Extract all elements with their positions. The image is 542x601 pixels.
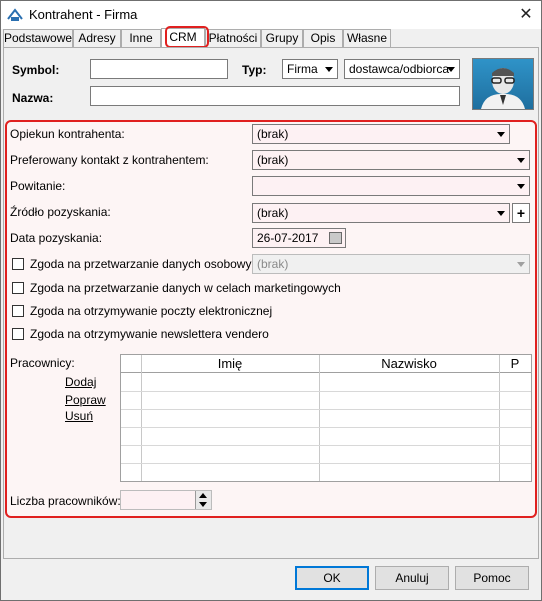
- popraw-link[interactable]: Popraw: [65, 393, 106, 407]
- powitanie-label: Powitanie:: [10, 179, 66, 193]
- avatar[interactable]: [472, 58, 534, 110]
- usun-link[interactable]: Usuń: [65, 409, 93, 423]
- typ-select[interactable]: Firma: [282, 59, 338, 79]
- tab-adresy[interactable]: Adresy: [73, 29, 121, 47]
- arrow-down-icon[interactable]: [199, 502, 207, 507]
- chevron-down-icon: [517, 184, 525, 189]
- anuluj-button[interactable]: Anuluj: [375, 566, 449, 590]
- zrodlo-value: (brak): [257, 206, 289, 220]
- role-select[interactable]: dostawca/odbiorca: [344, 59, 460, 79]
- ok-button[interactable]: OK: [295, 566, 369, 590]
- preferowany-value: (brak): [257, 153, 289, 167]
- tab-grupy[interactable]: Grupy: [261, 29, 303, 47]
- data-pozyskania-value: 26-07-2017: [257, 231, 319, 245]
- tab-platnosci[interactable]: Płatności: [205, 29, 261, 47]
- nazwa-input[interactable]: [90, 86, 460, 106]
- zgoda-poczta-checkbox[interactable]: [12, 305, 24, 317]
- zgoda-newsletter-checkbox[interactable]: [12, 328, 24, 340]
- zgoda-osobowe-value: (brak): [257, 257, 289, 271]
- app-icon: [7, 8, 23, 21]
- zrodlo-select[interactable]: (brak): [252, 203, 510, 223]
- pracownicy-table[interactable]: Imię Nazwisko P: [120, 354, 532, 482]
- pomoc-button[interactable]: Pomoc: [455, 566, 529, 590]
- chevron-down-icon: [517, 262, 525, 267]
- tab-wlasne[interactable]: Własne: [343, 29, 391, 47]
- chevron-down-icon: [447, 67, 455, 72]
- zgoda-poczta-label: Zgoda na otrzymywanie poczty elektronicz…: [30, 304, 273, 318]
- zrodlo-label: Źródło pozyskania:: [10, 205, 111, 219]
- close-button[interactable]: ✕: [511, 1, 541, 29]
- zgoda-newsletter-label: Zgoda na otrzymywanie newslettera vender…: [30, 327, 269, 341]
- chevron-down-icon: [497, 211, 505, 216]
- close-icon: ✕: [519, 6, 533, 23]
- opiekun-select[interactable]: (brak): [252, 124, 510, 144]
- zgoda-osobowe-select: (brak): [252, 254, 530, 274]
- stepper-buttons[interactable]: [195, 491, 211, 509]
- pracownicy-label: Pracownicy:: [10, 356, 75, 370]
- zgoda-marketing-label: Zgoda na przetwarzanie danych w celach m…: [30, 281, 341, 295]
- data-pozyskania-label: Data pozyskania:: [10, 231, 103, 245]
- tab-opis[interactable]: Opis: [303, 29, 343, 47]
- typ-label: Typ:: [242, 63, 267, 77]
- title-bar: Kontrahent - Firma ✕: [1, 1, 541, 29]
- typ-select-value: Firma: [287, 62, 318, 76]
- chevron-down-icon: [325, 67, 333, 72]
- window-title: Kontrahent - Firma: [29, 7, 138, 22]
- opiekun-label: Opiekun kontrahenta:: [10, 127, 125, 141]
- column-p[interactable]: P: [499, 356, 531, 371]
- tab-inne[interactable]: Inne: [121, 29, 161, 47]
- column-nazwisko[interactable]: Nazwisko: [319, 356, 499, 371]
- chevron-down-icon: [517, 158, 525, 163]
- chevron-down-icon: [497, 132, 505, 137]
- symbol-input[interactable]: [90, 59, 228, 79]
- symbol-label: Symbol:: [12, 63, 60, 77]
- liczba-pracownikow-label: Liczba pracowników:: [10, 494, 121, 508]
- role-select-value: dostawca/odbiorca: [349, 62, 450, 76]
- zgoda-osobowe-label: Zgoda na przetwarzanie danych osobowych: [30, 257, 265, 271]
- liczba-pracownikow-stepper[interactable]: [120, 490, 212, 510]
- column-imie[interactable]: Imię: [141, 356, 319, 371]
- zgoda-marketing-checkbox[interactable]: [12, 282, 24, 294]
- tab-podstawowe[interactable]: Podstawowe: [3, 29, 73, 47]
- nazwa-label: Nazwa:: [12, 91, 54, 105]
- preferowany-label: Preferowany kontakt z kontrahentem:: [10, 153, 209, 167]
- tab-crm[interactable]: CRM: [161, 28, 205, 48]
- arrow-up-icon[interactable]: [199, 493, 207, 498]
- calendar-icon[interactable]: [329, 232, 342, 244]
- add-zrodlo-button[interactable]: +: [512, 203, 530, 223]
- zgoda-osobowe-checkbox[interactable]: [12, 258, 24, 270]
- user-icon: [481, 68, 525, 109]
- kontrahent-window: Kontrahent - Firma ✕ Podstawowe Adresy I…: [0, 0, 542, 601]
- data-pozyskania-input[interactable]: 26-07-2017: [252, 228, 346, 248]
- preferowany-select[interactable]: (brak): [252, 150, 530, 170]
- dodaj-link[interactable]: Dodaj: [65, 375, 96, 389]
- tab-panel: Symbol: Typ: Firma dostawca/odbiorca Naz…: [3, 47, 539, 559]
- opiekun-value: (brak): [257, 127, 289, 141]
- powitanie-select[interactable]: [252, 176, 530, 196]
